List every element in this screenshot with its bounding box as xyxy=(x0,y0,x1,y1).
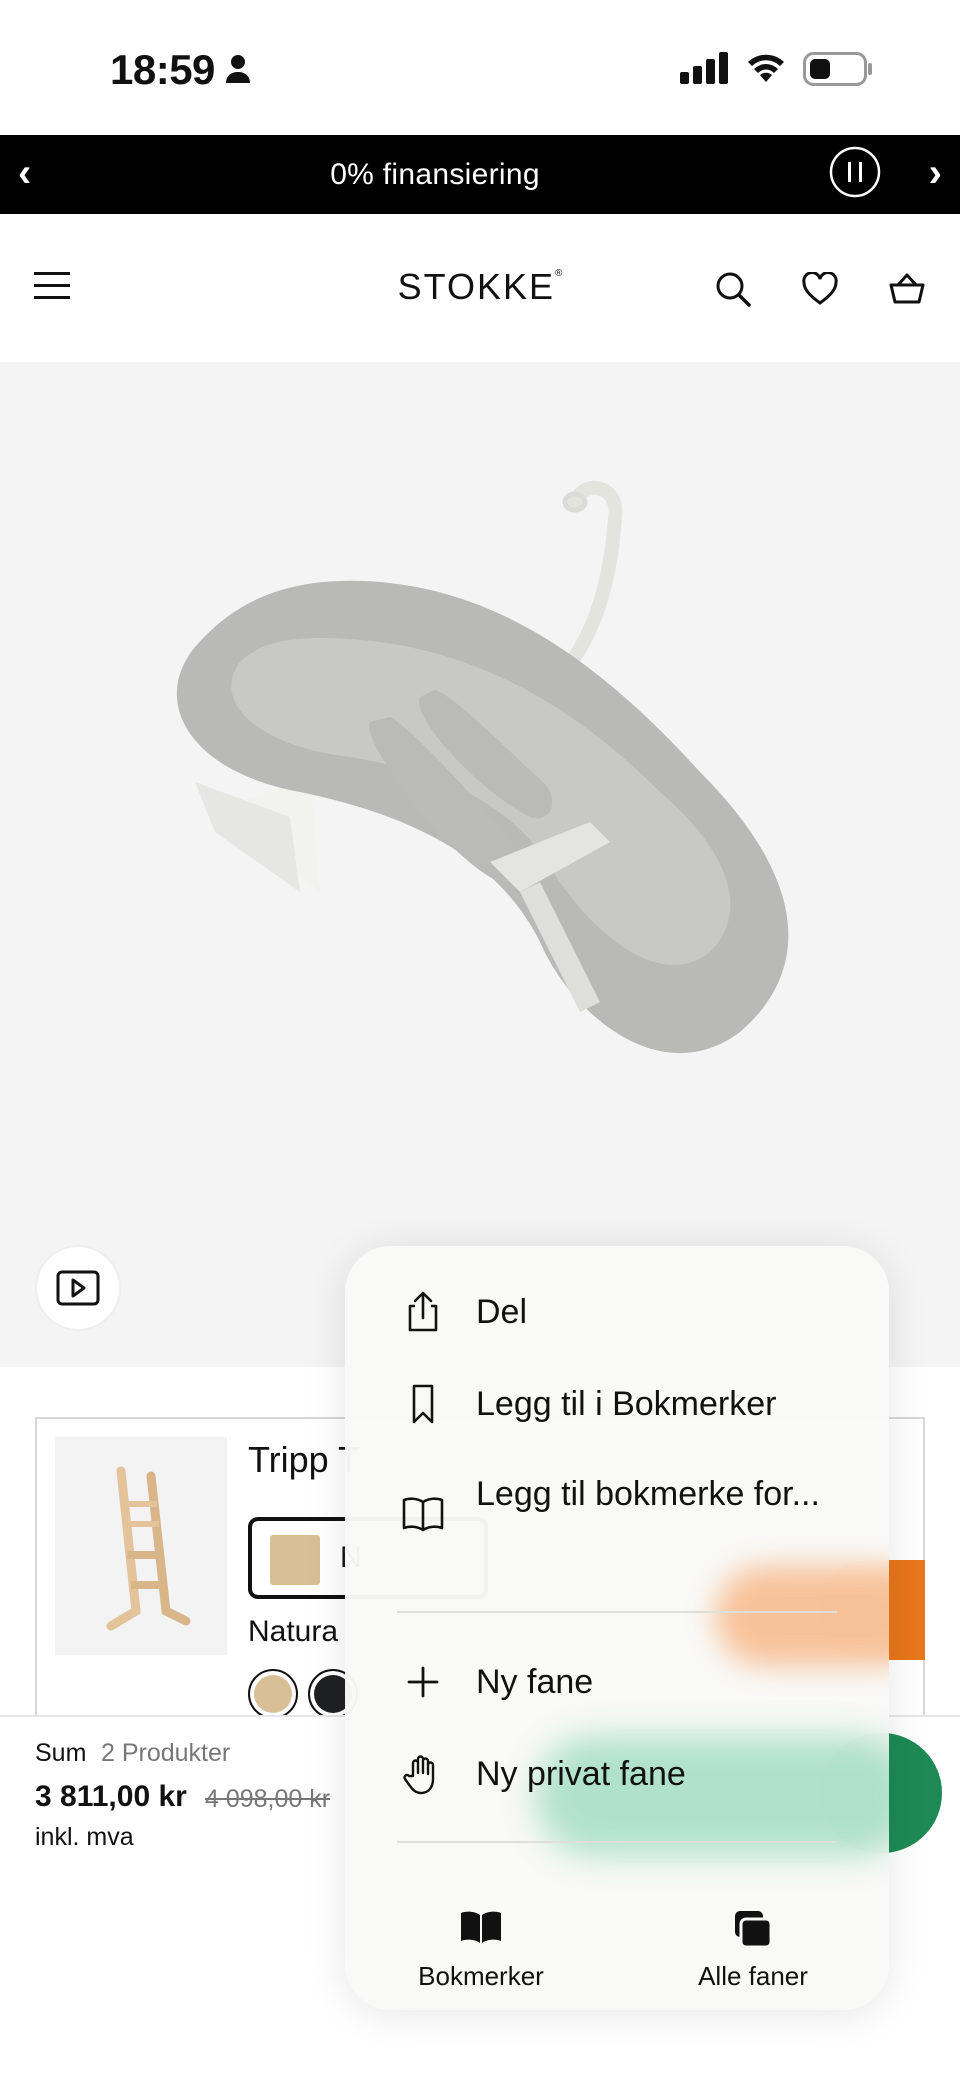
play-video-button[interactable] xyxy=(35,1245,121,1331)
book-open-icon xyxy=(401,1492,445,1536)
status-time: 18:59 xyxy=(110,46,215,93)
menu-divider xyxy=(397,1841,837,1843)
browser-context-menu: Del Legg til i Bokmerker Legg til bokmer… xyxy=(345,1246,889,2010)
all-tabs-button-label: Alle faner xyxy=(698,1961,808,1991)
menu-item-share[interactable]: Del xyxy=(345,1266,889,1358)
original-price: 4 098,00 kr xyxy=(205,1785,331,1813)
search-icon[interactable] xyxy=(714,270,752,313)
menu-item-label: Ny privat fane xyxy=(476,1755,686,1793)
menu-item-label: Del xyxy=(476,1293,528,1331)
vat-note: inkl. mva xyxy=(35,1823,134,1851)
heart-icon[interactable] xyxy=(801,271,839,311)
plus-icon xyxy=(401,1660,445,1704)
total-price: 3 811,00 kr xyxy=(35,1780,187,1813)
promo-banner: ‹ 0% finansiering › xyxy=(0,135,960,214)
all-tabs-button[interactable]: Alle faner xyxy=(617,1871,889,2001)
bookmarks-button[interactable]: Bokmerker xyxy=(345,1871,617,2001)
product-name[interactable]: Tripp T xyxy=(248,1439,360,1481)
menu-item-new-tab[interactable]: Ny fane xyxy=(345,1636,889,1728)
person-icon xyxy=(225,54,251,89)
menu-item-label: Legg til bokmerke for... xyxy=(476,1475,820,1513)
status-bar: 18:59 xyxy=(0,0,960,135)
menu-divider xyxy=(397,1611,837,1613)
registered-mark: ® xyxy=(555,268,563,279)
menu-item-new-private-tab[interactable]: Ny privat fane xyxy=(345,1728,889,1820)
pause-icon[interactable] xyxy=(829,146,881,203)
menu-item-label: Ny fane xyxy=(476,1663,594,1701)
sum-label: Sum xyxy=(35,1739,87,1767)
menu-item-add-bookmark-for[interactable]: Legg til bokmerke for... xyxy=(345,1450,889,1570)
cellular-signal-icon xyxy=(680,52,730,89)
logo-text: STOKKE xyxy=(397,266,555,307)
site-header: STOKKE® xyxy=(0,214,960,362)
selected-color-swatch xyxy=(270,1535,320,1585)
bookmark-icon xyxy=(401,1382,445,1426)
product-count: 2 Produkter xyxy=(101,1739,231,1767)
bookmarks-book-icon xyxy=(345,1909,617,1945)
color-swatch-natural[interactable] xyxy=(248,1669,298,1719)
basket-icon[interactable] xyxy=(888,272,926,311)
promo-text[interactable]: 0% finansiering xyxy=(0,155,870,195)
product-hero[interactable] xyxy=(0,362,960,1367)
product-thumbnail[interactable] xyxy=(55,1437,227,1655)
color-label: Natura xyxy=(248,1615,339,1648)
share-icon xyxy=(401,1290,445,1334)
play-icon xyxy=(56,1270,100,1306)
bookmarks-button-label: Bokmerker xyxy=(418,1961,544,1991)
hand-icon xyxy=(401,1752,445,1796)
wifi-icon xyxy=(745,50,787,89)
menu-item-add-bookmark[interactable]: Legg til i Bokmerker xyxy=(345,1358,889,1450)
promo-next-button[interactable]: › xyxy=(929,149,942,197)
tabs-icon xyxy=(617,1909,889,1949)
menu-item-label: Legg til i Bokmerker xyxy=(476,1385,777,1423)
newborn-set-image xyxy=(176,480,789,1054)
tripp-trapp-chair-image xyxy=(106,1466,191,1631)
battery-icon xyxy=(803,52,873,91)
